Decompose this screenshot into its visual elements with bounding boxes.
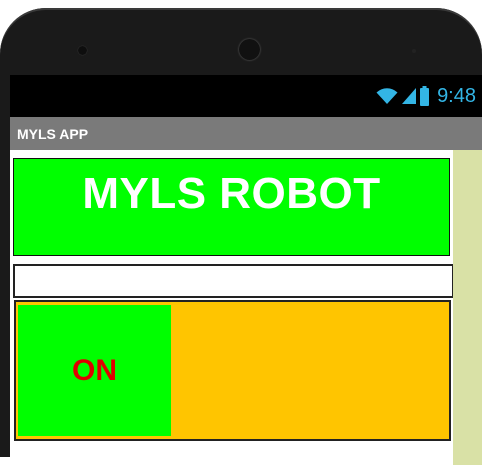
phone-frame: 9:48 MYLS APP MYLS ROBOT ON [0,8,482,465]
scrollbar[interactable] [453,150,482,465]
front-camera [239,39,260,60]
phone-screen: 9:48 MYLS APP MYLS ROBOT ON [10,75,482,465]
signal-icon [402,87,417,105]
status-bar: 9:48 [10,75,482,117]
app-title-bar: MYLS APP [10,117,482,150]
proximity-sensor [412,49,416,53]
header-panel: MYLS ROBOT [13,158,450,256]
app-title: MYLS APP [17,126,89,142]
battery-icon [420,86,430,106]
wifi-icon [376,87,398,105]
status-icons: 9:48 [376,85,476,107]
control-panel: ON [14,300,451,441]
on-button[interactable]: ON [18,305,171,436]
on-button-label: ON [72,353,117,387]
main-content: MYLS ROBOT ON [10,150,482,465]
text-input[interactable] [13,264,454,298]
header-label: MYLS ROBOT [82,169,381,218]
speaker-dot [78,46,87,55]
status-clock: 9:48 [437,85,476,107]
